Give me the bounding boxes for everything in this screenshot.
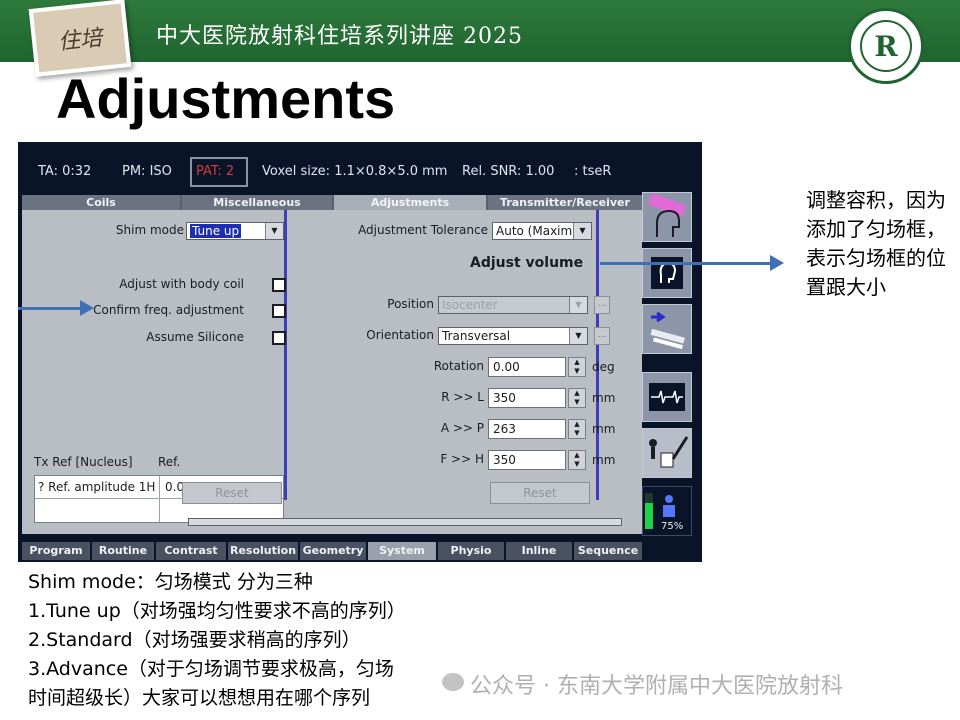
- rl-label: R >> L: [441, 390, 484, 404]
- watermark: 公众号 · 东南大学附属中大医院放射科: [470, 674, 843, 699]
- left-divider: [284, 210, 287, 500]
- tolerance-value: Auto (Maxim: [496, 224, 573, 238]
- position-label: Position: [387, 297, 434, 311]
- table-header-ref: Ref.: [158, 455, 181, 469]
- fh-unit: mm: [592, 453, 616, 467]
- tolerance-select[interactable]: Auto (Maxim ▼: [492, 222, 592, 240]
- orientation-label: Orientation: [366, 328, 434, 342]
- position-select[interactable]: Isocenter ▼: [438, 296, 588, 314]
- pat-box: [190, 157, 248, 187]
- pm-readout: PM: ISO: [122, 164, 172, 179]
- adjust-volume-title: Adjust volume: [470, 255, 584, 271]
- description-line: 1.Tune up（对场强均匀性要求不高的序列）: [28, 600, 406, 622]
- tab-sequence[interactable]: Sequence: [574, 542, 642, 560]
- snr-readout: Rel. SNR: 1.00: [462, 164, 555, 179]
- memory-percent: 75%: [661, 521, 684, 532]
- description-line: 2.Standard（对场强要求稍高的序列）: [28, 629, 361, 651]
- checkbox-confirm-freq[interactable]: [272, 304, 286, 318]
- wechat-icon: [442, 673, 464, 691]
- tab-adjustments[interactable]: Adjustments: [334, 195, 486, 210]
- chevron-down-icon[interactable]: ▼: [265, 223, 283, 239]
- ap-input[interactable]: 263: [488, 419, 566, 439]
- left-arrow-icon: [80, 300, 94, 316]
- rotation-label: Rotation: [433, 359, 484, 373]
- rotation-unit: deg: [592, 360, 615, 374]
- right-arrow-shaft: [600, 262, 772, 265]
- adjustments-panel: Shim mode Tune up ▼ Adjust with body coi…: [22, 210, 642, 534]
- fh-input[interactable]: 350: [488, 450, 566, 470]
- orientation-more-button[interactable]: ...: [594, 327, 610, 345]
- tab-miscellaneous[interactable]: Miscellaneous: [182, 195, 332, 210]
- fh-label: F >> H: [440, 452, 484, 466]
- description-line: 时间超级长）大家可以想想用在哪个序列: [28, 687, 371, 709]
- annotation-note: 调整容积，因为添加了匀场框，表示匀场框的位置跟大小: [806, 188, 946, 299]
- page-title: Adjustments: [56, 67, 396, 130]
- description-line: Shim mode：匀场模式 分为三种: [28, 571, 313, 593]
- rotation-input[interactable]: 0.00: [488, 357, 566, 377]
- shim-mode-select[interactable]: Tune up ▼: [186, 222, 284, 240]
- ta-readout: TA: 0:32: [38, 164, 92, 179]
- rl-input[interactable]: 350: [488, 388, 566, 408]
- chevron-down-icon[interactable]: ▼: [569, 328, 587, 344]
- rl-unit: mm: [592, 391, 616, 405]
- header-banner: 中大医院放射科住培系列讲座 2025: [0, 0, 960, 62]
- left-reset-button[interactable]: Reset: [182, 482, 282, 504]
- banner-title: 中大医院放射科住培系列讲座 2025: [156, 24, 523, 49]
- table-cell-nucleus: ? Ref. amplitude 1H: [38, 480, 156, 494]
- patient-table-icon[interactable]: [642, 304, 692, 354]
- ap-stepper[interactable]: ▲ ▼: [568, 419, 586, 439]
- emblem-letter: R: [860, 20, 912, 72]
- rl-stepper[interactable]: ▲ ▼: [568, 388, 586, 408]
- right-reset-button[interactable]: Reset: [490, 482, 590, 504]
- tab-program[interactable]: Program: [22, 542, 90, 560]
- ap-unit: mm: [592, 422, 616, 436]
- right-arrow-icon: [770, 255, 784, 271]
- head-view-icon[interactable]: [642, 248, 692, 298]
- orientation-value: Transversal: [442, 329, 511, 343]
- rotation-stepper[interactable]: ▲ ▼: [568, 357, 586, 377]
- head-localizer-icon[interactable]: [642, 192, 692, 242]
- training-logo-text: 住培: [57, 25, 104, 56]
- ap-label: A >> P: [440, 421, 484, 435]
- voxel-readout: Voxel size: 1.1×0.8×5.0 mm: [262, 164, 448, 179]
- tab-resolution[interactable]: Resolution: [228, 542, 298, 560]
- orientation-select[interactable]: Transversal ▼: [438, 327, 588, 345]
- description-line: 3.Advance（对于匀场调节要求极高，匀场: [28, 658, 394, 680]
- sequence-readout: : tseR: [574, 164, 612, 179]
- left-arrow-shaft: [18, 307, 82, 310]
- tab-system[interactable]: System: [368, 542, 436, 560]
- tab-physio[interactable]: Physio: [438, 542, 504, 560]
- operator-edit-icon[interactable]: [642, 428, 692, 478]
- tab-inline[interactable]: Inline: [506, 542, 572, 560]
- signal-monitor-icon[interactable]: [642, 372, 692, 422]
- position-value: Isocenter: [442, 298, 498, 312]
- shim-mode-label: Shim mode: [115, 223, 184, 237]
- bottom-tab-bar: Program Routine Contrast Resolution Geom…: [22, 542, 642, 560]
- memory-gauge-icon: 75%: [642, 486, 692, 536]
- tab-transmitter-receiver[interactable]: Transmitter/Receiver: [488, 195, 642, 210]
- tab-geometry[interactable]: Geometry: [300, 542, 366, 560]
- description: Shim mode：匀场模式 分为三种 1.Tune up（对场强均匀性要求不高…: [28, 568, 406, 713]
- tab-routine[interactable]: Routine: [92, 542, 154, 560]
- chevron-down-icon[interactable]: ▼: [573, 223, 591, 239]
- progress-bar: [188, 518, 622, 526]
- checkbox-silicone[interactable]: [272, 331, 286, 345]
- position-more-button[interactable]: ...: [594, 296, 610, 314]
- fh-stepper[interactable]: ▲ ▼: [568, 450, 586, 470]
- tolerance-label: Adjustment Tolerance: [358, 223, 488, 237]
- tab-coils[interactable]: Coils: [22, 195, 180, 210]
- tab-contrast[interactable]: Contrast: [156, 542, 226, 560]
- checkbox-body-coil[interactable]: [272, 278, 286, 292]
- shim-mode-value: Tune up: [190, 224, 242, 238]
- checkbox-label-silicone: Assume Silicone: [146, 330, 244, 344]
- chevron-down-icon[interactable]: ▼: [569, 297, 587, 313]
- hospital-emblem: R: [848, 8, 924, 84]
- checkbox-label-body-coil: Adjust with body coil: [119, 277, 244, 291]
- scanner-screenshot: TA: 0:32 PM: ISO PAT: 2 Voxel size: 1.1×…: [18, 142, 702, 562]
- status-bar: TA: 0:32 PM: ISO PAT: 2 Voxel size: 1.1×…: [18, 158, 702, 184]
- table-header-nucleus: Tx Ref [Nucleus]: [34, 455, 133, 469]
